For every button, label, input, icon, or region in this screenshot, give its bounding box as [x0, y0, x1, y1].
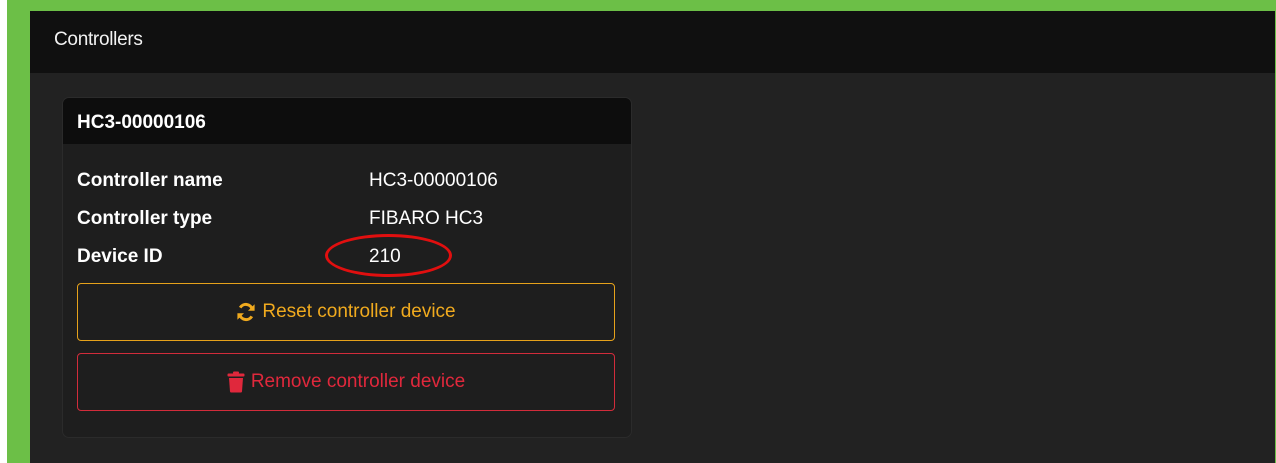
controller-type-value: FIBARO HC3	[369, 208, 484, 229]
refresh-icon	[236, 302, 256, 322]
reset-controller-button[interactable]: Reset controller device	[77, 283, 615, 341]
remove-controller-label: Remove controller device	[250, 371, 466, 392]
reset-controller-label: Reset controller device	[262, 301, 456, 322]
controller-card-header: HC3-00000106	[63, 98, 631, 144]
panel-title: Controllers	[54, 29, 143, 50]
controller-type-label: Controller type	[77, 208, 213, 229]
accent-frame: Controllers HC3-00000106 Controller name…	[7, 0, 1276, 463]
device-id-label: Device ID	[77, 246, 163, 267]
remove-controller-button[interactable]: Remove controller device	[77, 353, 615, 411]
controller-name-value: HC3-00000106	[369, 170, 498, 191]
controller-card: HC3-00000106 Controller name HC3-0000010…	[63, 98, 631, 437]
trash-icon	[227, 371, 245, 393]
controller-card-title: HC3-00000106	[77, 112, 206, 133]
controllers-panel: Controllers HC3-00000106 Controller name…	[30, 11, 1275, 463]
device-id-value: 210	[369, 246, 401, 267]
controller-name-label: Controller name	[77, 170, 223, 191]
panel-header: Controllers	[30, 11, 1275, 73]
